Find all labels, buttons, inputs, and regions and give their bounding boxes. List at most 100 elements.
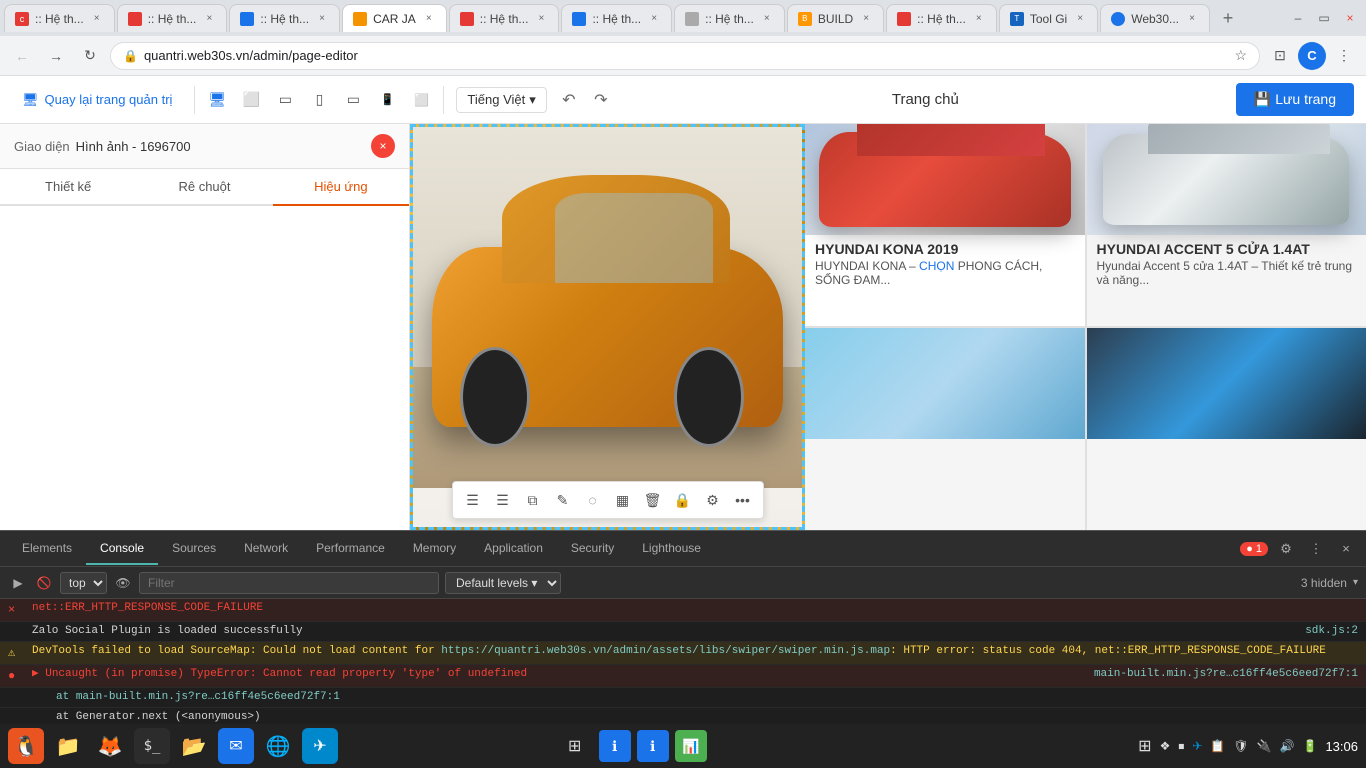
grid-icon-right[interactable]: ⊞	[1138, 736, 1151, 756]
tab-3[interactable]: :: Hệ th... ×	[229, 4, 340, 32]
dt-tab-sources[interactable]: Sources	[158, 533, 230, 565]
maximize-button[interactable]: ▭	[1312, 6, 1336, 30]
bottom-right-car-card[interactable]	[1087, 328, 1366, 530]
tab-3-close[interactable]: ×	[315, 12, 329, 26]
tab-9-close[interactable]: ×	[972, 12, 986, 26]
align-tool-button[interactable]: ☰	[459, 486, 487, 514]
console-source-4[interactable]: main-built.min.js?re…c16ff4e5c6eed72f7:1	[1094, 667, 1358, 682]
menu-button[interactable]: ⋮	[1330, 42, 1358, 70]
lock-tool-button[interactable]: 🔒	[669, 486, 697, 514]
email-app[interactable]: ✉	[218, 728, 254, 764]
dt-tab-network[interactable]: Network	[230, 533, 302, 565]
extensions-button[interactable]: ⊡	[1266, 42, 1294, 70]
chart-app[interactable]: 📊	[675, 730, 707, 762]
style-tool-button[interactable]: ◌	[579, 486, 607, 514]
dt-tab-performance[interactable]: Performance	[302, 533, 399, 565]
tab-1-close[interactable]: ×	[90, 12, 104, 26]
kona-car-card[interactable]: HYUNDAI KONA 2019 HUYNDAI KONA – CHỌN PH…	[805, 124, 1085, 326]
dt-tab-console[interactable]: Console	[86, 533, 158, 565]
firefox-browser[interactable]: 🦊	[92, 728, 128, 764]
tab-7-close[interactable]: ×	[760, 12, 774, 26]
tab-6[interactable]: :: Hệ th... ×	[561, 4, 672, 32]
forward-button[interactable]: →	[42, 42, 70, 70]
tab-thiet-ke[interactable]: Thiết kế	[0, 169, 136, 206]
tab-2-close[interactable]: ×	[202, 12, 216, 26]
edit-tool-button[interactable]: ✎	[549, 486, 577, 514]
dt-tab-lighthouse[interactable]: Lighthouse	[628, 533, 715, 565]
app-icon-1[interactable]: ❖	[1160, 739, 1171, 753]
tablet-small-icon[interactable]: ▯	[305, 86, 333, 114]
sourcemap-link[interactable]: https://quantri.web30s.vn/admin/assets/l…	[441, 645, 890, 657]
telegram-icon-right[interactable]: ✈	[1192, 739, 1202, 753]
clipboard-icon[interactable]: 📋	[1210, 739, 1225, 753]
tab-1[interactable]: c :: Hệ th... ×	[4, 4, 115, 32]
tab-5[interactable]: :: Hệ th... ×	[449, 4, 560, 32]
back-button[interactable]: ←	[8, 42, 36, 70]
bottom-left-car-card[interactable]	[805, 328, 1085, 530]
info-app-2[interactable]: ℹ	[637, 730, 669, 762]
console-filter-input[interactable]	[139, 572, 439, 594]
close-button[interactable]: ×	[1338, 6, 1362, 30]
language-selector[interactable]: Tiếng Việt ▾	[456, 87, 546, 113]
tablet-landscape-icon[interactable]: ⬜	[237, 86, 265, 114]
tab-10-close[interactable]: ×	[1073, 12, 1087, 26]
console-expand-icon[interactable]: ▶	[8, 573, 28, 593]
devtools-settings-button[interactable]: ⚙	[1274, 537, 1298, 561]
app-icon-2[interactable]: ⏹	[1178, 739, 1184, 754]
more-tool-button[interactable]: •••	[729, 486, 757, 514]
tab-6-close[interactable]: ×	[647, 12, 661, 26]
tab-10[interactable]: T Tool Gi ×	[999, 4, 1098, 32]
file-manager[interactable]: 📂	[176, 728, 212, 764]
undo-button[interactable]: ↶	[555, 86, 583, 114]
accent-car-card[interactable]: HYUNDAI ACCENT 5 CỬA 1.4AT Hyundai Accen…	[1087, 124, 1366, 326]
kona-link[interactable]: CHỌN	[919, 259, 954, 273]
delete-tool-button[interactable]: 🗑	[639, 486, 667, 514]
info-app-1[interactable]: ℹ	[599, 730, 631, 762]
tab-9[interactable]: :: Hệ th... ×	[886, 4, 997, 32]
telegram-app[interactable]: ✈	[302, 728, 338, 764]
shield-icon[interactable]: 🛡	[1233, 739, 1248, 753]
bookmark-icon[interactable]: ☆	[1234, 47, 1247, 64]
panel-close-button[interactable]: ×	[371, 134, 395, 158]
grid-view-app[interactable]: ⊞	[557, 728, 593, 764]
tab-7[interactable]: :: Hệ th... ×	[674, 4, 785, 32]
tab-11[interactable]: Web30... ×	[1100, 4, 1210, 32]
settings-tool-button[interactable]: ⚙	[699, 486, 727, 514]
tab-re-chuot[interactable]: Rê chuột	[136, 169, 272, 206]
tab-4-close[interactable]: ×	[422, 12, 436, 26]
context-selector[interactable]: top	[60, 572, 107, 594]
main-car-image[interactable]: HYUNDAI GRAND i10 1.6 AT... ☰ ☰ ⧉ ✎ ◌ ▦ …	[410, 124, 805, 530]
new-tab-button[interactable]: +	[1214, 4, 1242, 32]
tab-4-active[interactable]: CAR JA ×	[342, 4, 447, 32]
devtools-close-button[interactable]: ×	[1334, 537, 1358, 561]
tab-8-close[interactable]: ×	[859, 12, 873, 26]
tab-2[interactable]: :: Hệ th... ×	[117, 4, 228, 32]
eye-icon[interactable]: 👁	[113, 573, 133, 593]
dt-tab-security[interactable]: Security	[557, 533, 628, 565]
tab-5-close[interactable]: ×	[534, 12, 548, 26]
stack-link-1[interactable]: main-built.min.js?re…c16ff4e5c6eed72f7:1	[76, 691, 340, 703]
levels-selector[interactable]: Default levels ▾	[445, 572, 561, 594]
tablet-portrait-icon[interactable]: ▭	[271, 86, 299, 114]
tab-11-close[interactable]: ×	[1185, 12, 1199, 26]
phone-landscape-icon[interactable]: ▭	[339, 86, 367, 114]
console-source-2[interactable]: sdk.js:2	[1305, 624, 1358, 639]
phone-portrait-icon[interactable]: 📱	[373, 86, 401, 114]
profile-button[interactable]: C	[1298, 42, 1326, 70]
console-clear-icon[interactable]: 🚫	[34, 573, 54, 593]
ubuntu-logo[interactable]: 🐧	[8, 728, 44, 764]
files-app[interactable]: 📁	[50, 728, 86, 764]
tab-8[interactable]: B BUILD ×	[787, 4, 884, 32]
tab-hieu-ung[interactable]: Hiệu ứng	[273, 169, 409, 206]
devtools-more-button[interactable]: ⋮	[1304, 537, 1328, 561]
minimize-button[interactable]: –	[1286, 6, 1310, 30]
volume-icon[interactable]: 🔊	[1280, 739, 1295, 753]
sort-tool-button[interactable]: ☰	[489, 486, 517, 514]
grid-tool-button[interactable]: ▦	[609, 486, 637, 514]
dt-tab-elements[interactable]: Elements	[8, 533, 86, 565]
redo-button[interactable]: ↷	[587, 86, 615, 114]
chrome-browser[interactable]: 🌐	[260, 728, 296, 764]
dt-tab-memory[interactable]: Memory	[399, 533, 470, 565]
address-input[interactable]: 🔒 quantri.web30s.vn/admin/page-editor ☆	[110, 42, 1260, 70]
network-icon[interactable]: 🔌	[1257, 739, 1272, 753]
